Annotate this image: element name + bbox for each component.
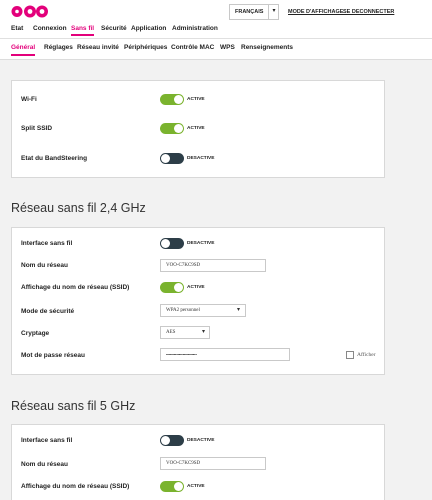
wifi24-security-label: Mode de sécurité [21,308,75,315]
wifi24-panel: Interface sans fil DESACTIVE Nom du rése… [11,227,385,375]
bandsteering-toggle[interactable] [160,153,184,164]
display-mode-link[interactable]: MODE D'AFFICHAGE [288,9,343,15]
chevron-down-icon[interactable]: ▾ [202,328,205,335]
wifi5-title: Réseau sans fil 5 GHz [11,399,136,413]
split-ssid-state: ACTIVE [187,126,205,131]
wifi5-broadcast-toggle[interactable] [160,481,184,492]
show-password-checkbox[interactable] [346,351,354,359]
wifi5-interface-label: Interface sans fil [21,437,73,444]
nav-item-connexion[interactable]: Connexion [33,25,67,34]
nav-item-etat[interactable]: Etat [11,25,23,34]
tab-reglages[interactable]: Réglages [44,44,73,54]
split-ssid-label: Split SSID [21,125,53,132]
show-password-label: Afficher [357,352,376,358]
wifi24-ssid-label: Nom du réseau [21,262,68,269]
tab-wps[interactable]: WPS [220,44,235,54]
wifi24-interface-state: DESACTIVE [187,241,215,246]
wifi5-interface-state: DESACTIVE [187,438,215,443]
logout-link[interactable]: SE DECONNECTER [343,9,394,15]
wifi24-password-label: Mot de passe réseau [21,352,85,359]
split-ssid-toggle[interactable] [160,123,184,134]
tab-reseau-invite[interactable]: Réseau invité [77,44,119,54]
wifi24-broadcast-label: Affichage du nom de réseau (SSID) [21,284,130,291]
wifi5-ssid-label: Nom du réseau [21,461,68,468]
nav-item-administration[interactable]: Administration [172,25,218,34]
tab-renseignements[interactable]: Renseignements [241,44,293,54]
top-bar: FRANÇAIS ▾ MODE D'AFFICHAGE SE DECONNECT… [0,0,432,40]
voo-logo [11,5,48,18]
wifi24-broadcast-toggle[interactable] [160,282,184,293]
wifi24-interface-label: Interface sans fil [21,240,73,247]
wifi-label: Wi-Fi [21,96,37,103]
wifi5-ssid-input[interactable]: VOO-C7KC9SD [160,457,266,470]
wifi-state: ACTIVE [187,97,205,102]
bandsteering-label: Etat du BandSteering [21,155,88,162]
nav-item-sans-fil[interactable]: Sans fil [71,25,95,36]
chevron-down-icon[interactable]: ▾ [268,4,279,20]
wifi5-broadcast-label: Affichage du nom de réseau (SSID) [21,483,130,490]
wifi24-ssid-input[interactable]: VOO-C7KC9SD [160,259,266,272]
wifi24-interface-toggle[interactable] [160,238,184,249]
nav-item-application[interactable]: Application [131,25,166,34]
sub-nav: Général Réglages Réseau invité Périphéri… [0,38,432,60]
chevron-down-icon[interactable]: ▾ [237,306,240,313]
bandsteering-state: DESACTIVE [187,156,215,161]
wifi24-broadcast-state: ACTIVE [187,285,205,290]
nav-item-securite[interactable]: Sécurité [101,25,127,34]
wifi5-interface-toggle[interactable] [160,435,184,446]
tab-controle-mac[interactable]: Contrôle MAC [171,44,214,54]
wifi5-panel: Interface sans fil DESACTIVE Nom du rése… [11,424,385,500]
wifi24-password-input[interactable]: •••••••••••••••••••••••• [160,348,290,361]
wifi24-title: Réseau sans fil 2,4 GHz [11,201,146,215]
wifi-toggle[interactable] [160,94,184,105]
tab-peripheriques[interactable]: Périphériques [124,44,167,54]
wifi5-broadcast-state: ACTIVE [187,484,205,489]
general-panel: Wi-Fi ACTIVE Split SSID ACTIVE Etat du B… [11,80,385,178]
wifi24-encryption-label: Cryptage [21,330,50,337]
wifi24-security-select[interactable]: WPA2 personnel [160,304,246,317]
tab-general[interactable]: Général [11,44,36,56]
